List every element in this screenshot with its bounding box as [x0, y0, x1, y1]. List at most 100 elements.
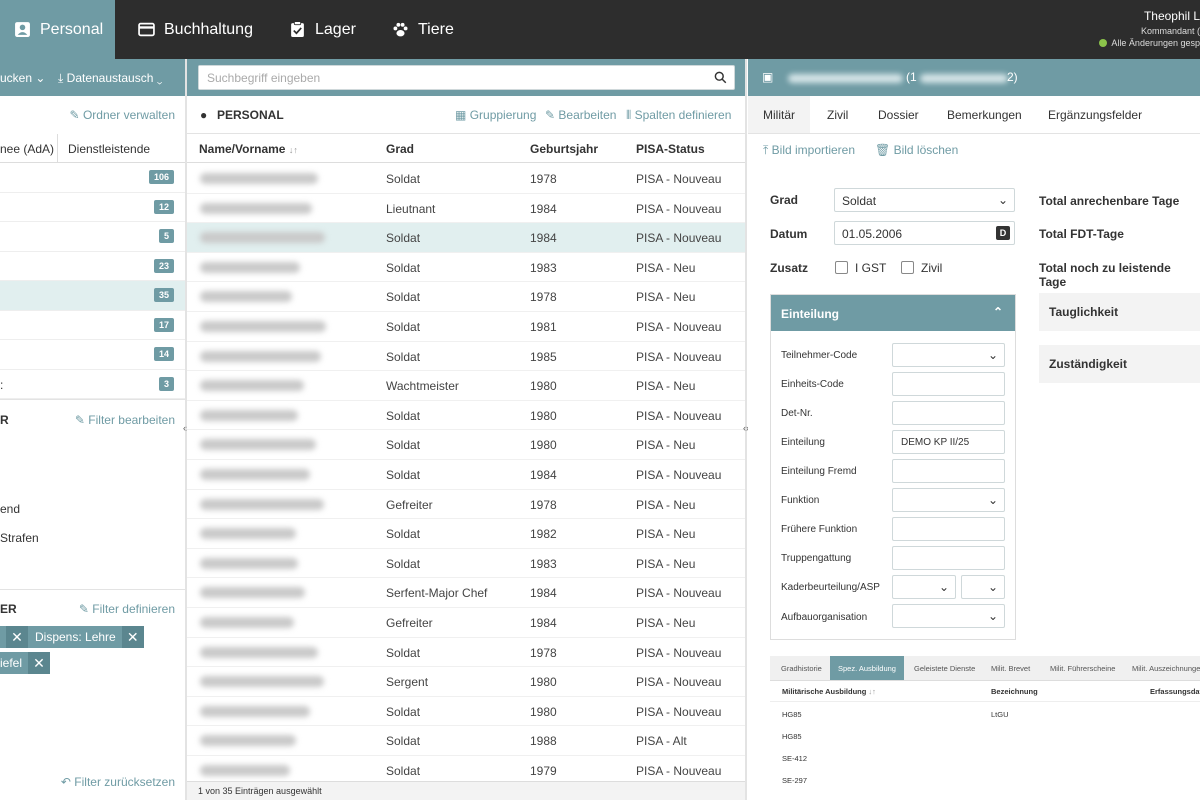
grouping-button[interactable]: ▦ Gruppierung [455, 108, 536, 122]
date-field[interactable]: 01.05.2006 D [834, 221, 1015, 245]
edit-filter-link[interactable]: ✎ Filter bearbeiten [75, 413, 175, 427]
redacted-name [200, 380, 304, 392]
subtab-geleistete-dienste[interactable]: Geleistete Dienste [906, 656, 983, 680]
organization-select[interactable]: ⌄ [892, 604, 1005, 628]
folder-row[interactable]: 14 [0, 340, 185, 370]
column-header-name[interactable]: Name/Vorname ↓↑ [199, 142, 298, 156]
close-icon[interactable]: ✕ [28, 652, 51, 674]
tab-armee-label: nee (AdA) [0, 142, 55, 156]
tab-bemerkungen[interactable]: Bemerkungen [932, 96, 1037, 133]
table-row[interactable]: Gefreiter 1978 PISA - Neu [187, 490, 745, 520]
table-row[interactable]: Wachtmeister 1980 PISA - Neu [187, 371, 745, 401]
search-input[interactable] [199, 66, 689, 89]
cadre-assessment-select[interactable]: ⌄ [892, 575, 956, 599]
table-row-selected[interactable]: Soldat 1984 PISA - Nouveau [187, 223, 745, 253]
zustaendigkeit-panel[interactable]: Zuständigkeit [1039, 345, 1200, 383]
tab-zivil[interactable]: Zivil [812, 96, 863, 133]
participant-code-select[interactable]: ⌄ [892, 343, 1005, 367]
table-row[interactable]: Soldat 1978 PISA - Nouveau [187, 638, 745, 668]
table-row[interactable]: Soldat 1980 PISA - Nouveau [187, 697, 745, 727]
table-row[interactable]: Soldat 1978 PISA - Nouveau [187, 164, 745, 194]
einteilung-fremd-input[interactable] [892, 459, 1005, 483]
tab-dienstleistende[interactable]: Dienstleistende [68, 142, 150, 156]
einteilung-input[interactable]: DEMO KP II/25 [892, 430, 1005, 454]
calendar-icon[interactable]: D [996, 226, 1010, 240]
folder-row[interactable]: 17 [0, 311, 185, 340]
define-columns-button[interactable]: ⦀ Spalten definieren [626, 108, 731, 123]
tab-armee[interactable]: nee (AdA) [0, 134, 58, 163]
subtab-spez-ausbildung[interactable]: Spez. Ausbildung [830, 656, 904, 680]
edit-button[interactable]: ✎ Bearbeiten [545, 108, 616, 122]
nav-tiere[interactable]: Tiere [392, 0, 454, 59]
table-row[interactable]: Serfent-Major Chef 1984 PISA - Nouveau [187, 578, 745, 608]
tab-militaer[interactable]: Militär [748, 96, 810, 133]
close-icon[interactable]: ✕ [121, 626, 144, 648]
search-icon[interactable] [714, 71, 727, 84]
einteilung-header[interactable]: Einteilung ⌃ [771, 295, 1015, 331]
grade-select[interactable]: Soldat ⌄ [834, 188, 1015, 212]
table-row[interactable]: Soldat 1982 PISA - Neu [187, 519, 745, 549]
table-row[interactable]: Sergent 1980 PISA - Nouveau [187, 667, 745, 697]
subtab-milit-brevet[interactable]: Milit. Brevet [983, 656, 1038, 680]
function-select[interactable]: ⌄ [892, 488, 1005, 512]
person-icon: ● [200, 108, 208, 122]
table-row[interactable]: Soldat 1983 PISA - Neu [187, 253, 745, 283]
column-header-pisa[interactable]: PISA-Status [636, 142, 705, 156]
subtab-fuehrerscheine[interactable]: Milit. Führerscheine [1042, 656, 1123, 680]
print-menu[interactable]: ucken ⌄ [0, 71, 45, 85]
import-image-button[interactable]: ⤒ Bild importieren [763, 143, 855, 158]
tab-dossier[interactable]: Dossier [863, 96, 934, 133]
zivil-checkbox[interactable] [901, 261, 914, 274]
download-icon: ⤓ [58, 71, 64, 85]
chevron-down-icon: ⌄ [35, 71, 46, 85]
folder-row[interactable]: :3 [0, 370, 185, 399]
folder-row-selected[interactable]: 35 [0, 281, 185, 311]
define-filter-link[interactable]: ✎ Filter definieren [79, 602, 175, 616]
filter-item[interactable]: Strafen [0, 531, 39, 545]
unit-code-input[interactable] [892, 372, 1005, 396]
table-row[interactable]: Soldat 1980 PISA - Nouveau [187, 401, 745, 431]
user-info[interactable]: Theophil L Kommandant ( Alle Änderungen … [1099, 9, 1200, 48]
table-row[interactable]: Soldat 1988 PISA - Alt [187, 726, 745, 756]
divider [0, 589, 185, 590]
table-row[interactable]: Soldat 1985 PISA - Nouveau [187, 342, 745, 372]
nav-personal[interactable]: Personal [0, 0, 115, 59]
table-row[interactable]: Soldat 1978 PISA - Neu [187, 282, 745, 312]
close-icon[interactable]: ✕ [6, 626, 28, 648]
table-row[interactable]: Soldat 1980 PISA - Neu [187, 430, 745, 460]
table-row[interactable]: Lieutnant 1984 PISA - Nouveau [187, 194, 745, 224]
table-row[interactable]: Soldat 1984 PISA - Nouveau [187, 460, 745, 490]
table-row[interactable]: Gefreiter 1984 PISA - Neu [187, 608, 745, 638]
folder-row[interactable]: 12 [0, 193, 185, 222]
subtab-auszeichnungen[interactable]: Milit. Auszeichnunge [1124, 656, 1200, 680]
column-header-year[interactable]: Geburtsjahr [530, 142, 598, 156]
troop-type-input[interactable] [892, 546, 1005, 570]
nav-buchhaltung[interactable]: Buchhaltung [138, 0, 253, 59]
asp-select[interactable]: ⌄ [961, 575, 1005, 599]
table-row[interactable]: Soldat 1983 PISA - Neu [187, 549, 745, 579]
former-function-input[interactable] [892, 517, 1005, 541]
detail-title-suffix2: 2) [1007, 70, 1018, 84]
subtab-gradhistorie[interactable]: Gradhistorie [773, 656, 830, 680]
column-header-grade[interactable]: Grad [386, 142, 414, 156]
folder-row[interactable]: 106 [0, 163, 185, 193]
column-header[interactable]: Bezeichnung [991, 687, 1038, 696]
filter-item[interactable]: end [0, 502, 20, 516]
table-cell-pisa: PISA - Nouveau [636, 172, 722, 186]
folder-row[interactable]: 5 [0, 222, 185, 252]
tauglichkeit-panel[interactable]: Tauglichkeit [1039, 293, 1200, 331]
tab-ergaenzungsfelder[interactable]: Ergänzungsfelder [1033, 96, 1157, 133]
igst-checkbox[interactable] [835, 261, 848, 274]
data-exchange-menu[interactable]: ⤓ Datenaustausch ⌄ [58, 71, 162, 86]
folder-row[interactable]: 23 [0, 252, 185, 281]
table-row[interactable]: Soldat 1981 PISA - Nouveau [187, 312, 745, 342]
det-nr-input[interactable] [892, 401, 1005, 425]
table-cell-grade: Soldat [386, 320, 421, 334]
column-header[interactable]: Erfassungsdat [1150, 687, 1200, 696]
nav-lager[interactable]: Lager [289, 0, 356, 59]
reset-filter-link[interactable]: ↶ Filter zurücksetzen [61, 775, 175, 789]
column-header[interactable]: Militärische Ausbildung ↓↑ [782, 687, 876, 696]
manage-folders-link[interactable]: ✎ Ordner verwalten [70, 108, 175, 122]
delete-image-button[interactable]: 🗑 Bild löschen [875, 143, 958, 157]
pencil-icon: ✎ [69, 108, 80, 122]
